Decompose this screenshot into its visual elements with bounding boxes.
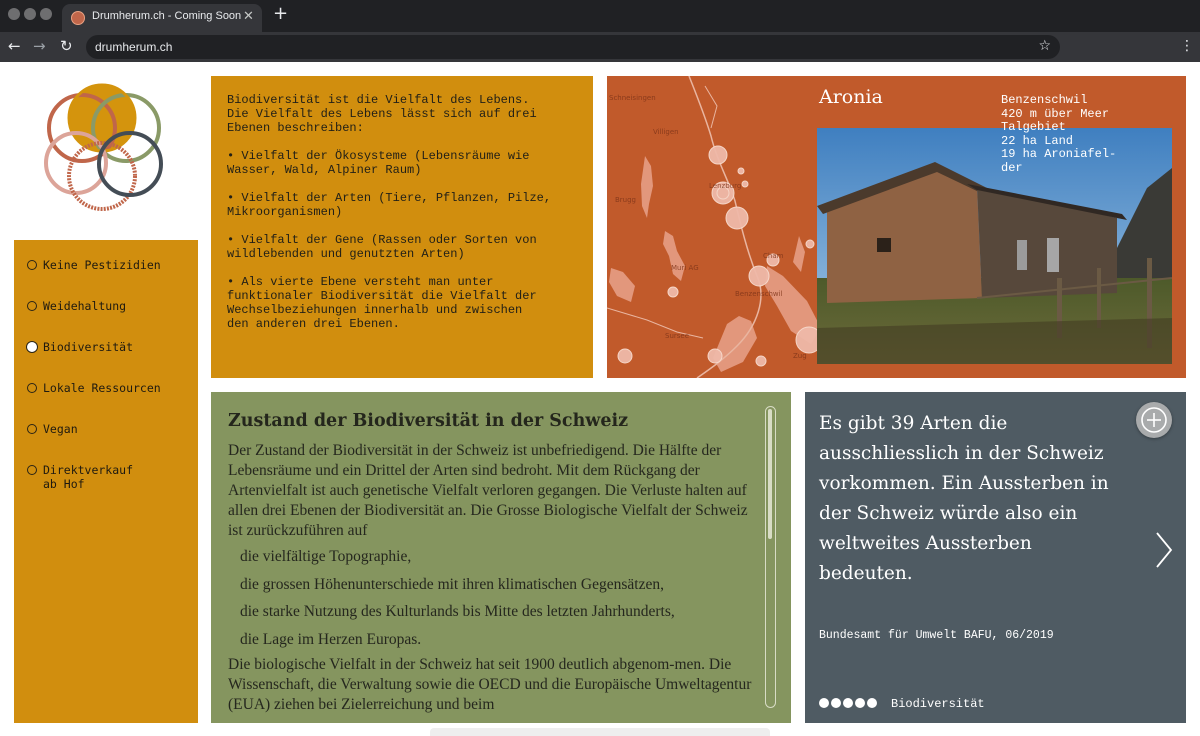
list-item: die Lage im Herzen Europas. <box>240 630 422 648</box>
sidebar-item-weidehaltung[interactable]: Weidehaltung <box>27 299 126 313</box>
svg-text:Brugg: Brugg <box>615 196 636 204</box>
sidebar-item-label: Direktverkauf ab Hof <box>43 463 134 491</box>
biodiversity-definition-text: Biodiversität ist die Vielfalt des Leben… <box>227 93 552 331</box>
bookmark-star-icon[interactable]: ☆ <box>1038 38 1051 54</box>
svg-text:Sursee: Sursee <box>665 332 689 340</box>
window-zoom-dot[interactable] <box>40 8 52 20</box>
svg-text:Cham: Cham <box>763 252 784 260</box>
svg-text:Lenzburg: Lenzburg <box>709 182 741 190</box>
back-icon[interactable]: ← <box>8 36 21 56</box>
tab-close-icon[interactable]: ✕ <box>243 9 254 24</box>
farm-title: Aronia <box>819 86 883 108</box>
window-close-dot[interactable] <box>8 8 20 20</box>
sidebar-item-label: Keine Pestizidien <box>43 258 161 272</box>
slide-dot[interactable] <box>819 698 829 708</box>
slide-dot[interactable] <box>855 698 865 708</box>
window-minimize-dot[interactable] <box>24 8 36 20</box>
svg-text:Villigen: Villigen <box>653 128 679 136</box>
plus-circle-icon <box>1141 407 1167 433</box>
bottom-drawer-handle[interactable] <box>430 728 770 736</box>
quote-source: Bundesamt für Umwelt BAFU, 06/2019 <box>819 629 1054 642</box>
sidebar-item-lokale-ressourcen[interactable]: Lokale Ressourcen <box>27 381 161 395</box>
radio-selected-icon <box>27 342 37 352</box>
sidebar-item-label: Biodiversität <box>43 340 134 354</box>
panel-heading: Zustand der Biodiversität in der Schweiz <box>228 411 629 431</box>
article-body: Der Zustand der Biodiversität in der Sch… <box>228 441 758 715</box>
article-scrollbar[interactable] <box>765 406 776 708</box>
aronia-map-panel: Schneisingen Villigen Brugg Lenzburg Mur… <box>607 76 1186 378</box>
farm-info: Benzenschwil 420 m über Meer Talgebiet 2… <box>1001 93 1117 175</box>
new-tab-icon[interactable]: + <box>273 5 288 23</box>
browser-menu-icon[interactable]: ⋮ <box>1180 38 1194 54</box>
forward-icon[interactable]: → <box>33 36 46 56</box>
sidebar-item-label: Weidehaltung <box>43 299 127 313</box>
favicon-icon <box>71 11 85 25</box>
browser-toolbar: ← → ↻ drumherum.ch ☆ ⋮ <box>0 32 1200 62</box>
list-item: die vielfältige Topographie, <box>240 548 412 565</box>
scrollbar-thumb[interactable] <box>768 409 772 539</box>
sidebar-item-label: Lokale Ressourcen <box>43 381 161 395</box>
sidebar-nav: Keine Pestizidien Weidehaltung Biodivers… <box>14 240 198 723</box>
article-intro: Der Zustand der Biodiversität in der Sch… <box>228 442 748 539</box>
quote-text: Es gibt 39 Arten die ausschliesslich in … <box>819 413 1109 584</box>
sidebar-item-biodiversitaet[interactable]: Biodiversität <box>27 340 133 354</box>
slide-indicator <box>819 698 879 708</box>
radio-icon <box>27 424 37 434</box>
sidebar-item-vegan[interactable]: Vegan <box>27 422 78 436</box>
reason-list: die vielfältige Topographie, die grossen… <box>240 543 758 653</box>
list-item: die starke Nutzung des Kulturlands bis M… <box>240 603 675 620</box>
logo-circles-icon <box>44 83 163 211</box>
biodiversity-state-panel[interactable]: Zustand der Biodiversität in der Schweiz… <box>211 392 791 723</box>
radio-icon <box>27 465 37 475</box>
site-logo[interactable] <box>36 80 172 216</box>
radio-icon <box>27 301 37 311</box>
tab-title: Drumherum.ch - Coming Soon <box>92 10 242 22</box>
next-slide-button[interactable] <box>1153 530 1175 570</box>
quote-carousel-panel: Es gibt 39 Arten die ausschliesslich in … <box>805 392 1186 723</box>
radio-icon <box>27 383 37 393</box>
chevron-right-icon <box>1156 532 1173 568</box>
list-item: die grossen Höhenunterschiede mit ihren … <box>240 575 664 593</box>
svg-text:Muri AG: Muri AG <box>671 264 699 272</box>
svg-text:Zug: Zug <box>793 352 807 360</box>
svg-text:Schneisingen: Schneisingen <box>609 94 656 102</box>
radio-icon <box>27 260 37 270</box>
sidebar-item-direktverkauf[interactable]: Direktverkauf ab Hof <box>27 463 133 491</box>
svg-text:Benzenschwil: Benzenschwil <box>735 290 783 298</box>
slide-dot[interactable] <box>831 698 841 708</box>
address-bar[interactable]: drumherum.ch ☆ <box>86 35 1060 59</box>
biodiversity-definition-panel: Biodiversität ist die Vielfalt des Leben… <box>211 76 593 378</box>
expand-plus-button[interactable] <box>1136 402 1172 438</box>
browser-tab-bar: Drumherum.ch - Coming Soon ✕ + <box>0 0 1200 32</box>
slide-dot[interactable] <box>867 698 877 708</box>
slide-label: Biodiversität <box>891 697 985 711</box>
slide-dot[interactable] <box>843 698 853 708</box>
reload-icon[interactable]: ↻ <box>60 36 73 56</box>
browser-tab[interactable]: Drumherum.ch - Coming Soon ✕ <box>62 4 262 32</box>
article-outro: Die biologische Vielfalt in der Schweiz … <box>228 656 752 713</box>
sidebar-item-keine-pestizidien[interactable]: Keine Pestizidien <box>27 258 161 272</box>
url-text: drumherum.ch <box>95 40 173 54</box>
sidebar-item-label: Vegan <box>43 422 78 436</box>
